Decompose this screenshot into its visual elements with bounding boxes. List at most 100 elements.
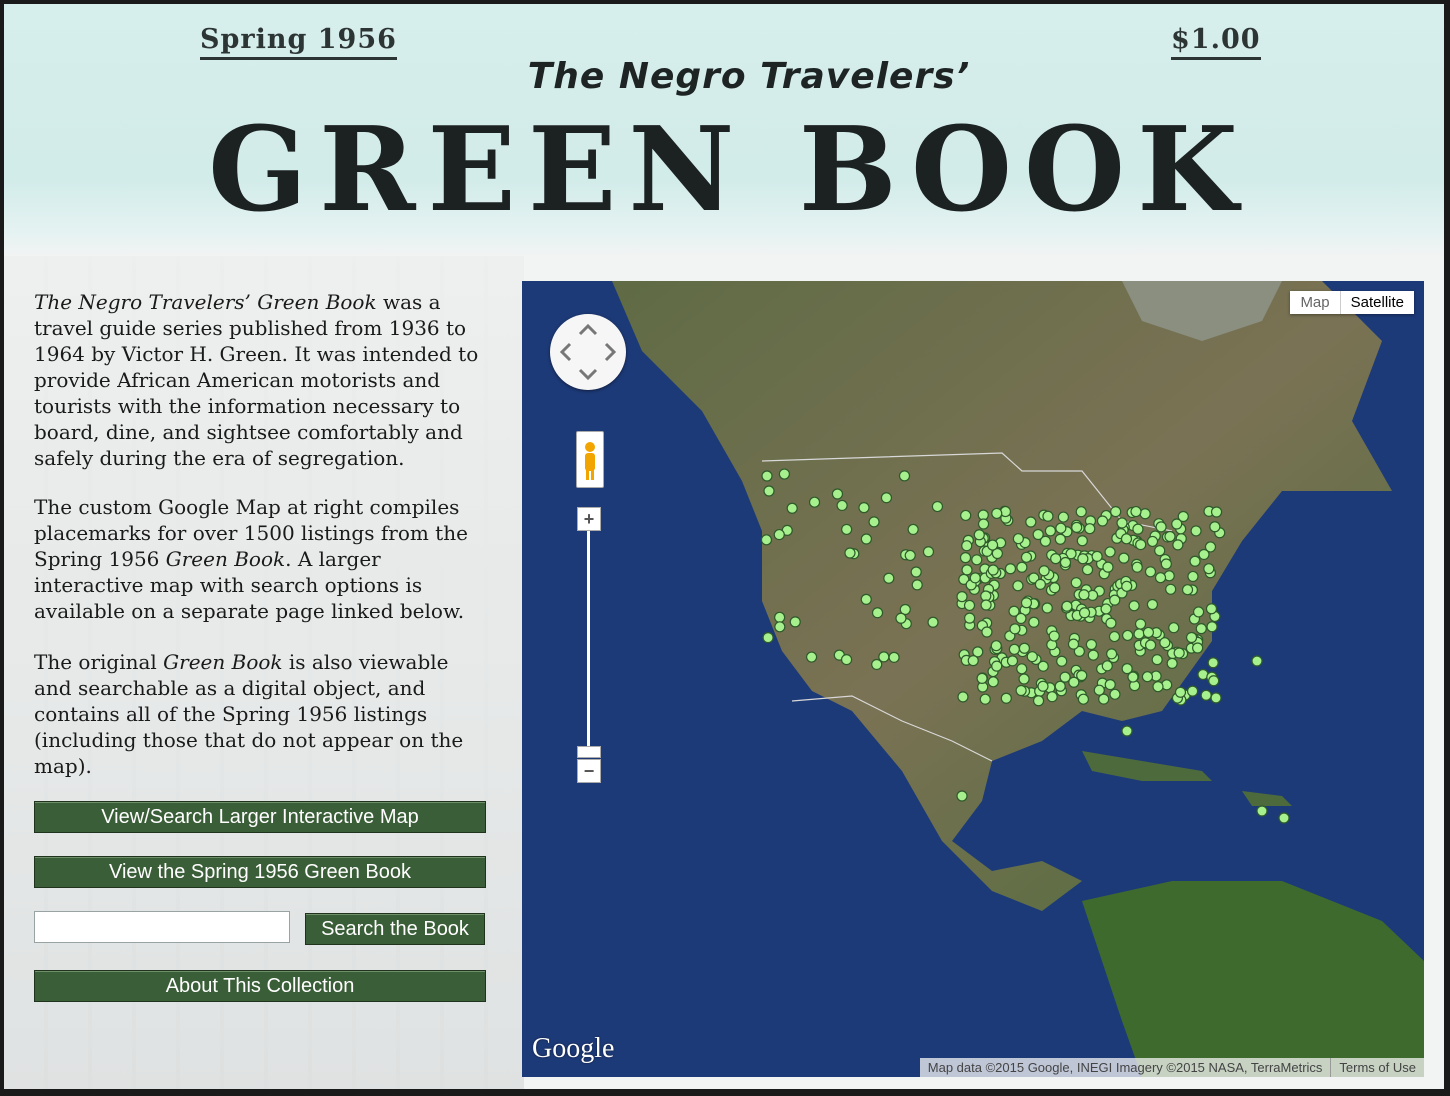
placemark-icon[interactable] bbox=[922, 546, 935, 558]
pan-control[interactable] bbox=[550, 314, 626, 390]
placemark-icon[interactable] bbox=[1055, 522, 1067, 534]
placemark-icon[interactable] bbox=[1278, 812, 1290, 824]
placemark-icon[interactable] bbox=[1144, 566, 1157, 578]
placemark-icon[interactable] bbox=[956, 790, 968, 802]
placemark-icon[interactable] bbox=[1146, 535, 1159, 548]
placemark-icon[interactable] bbox=[1046, 691, 1058, 703]
placemark-icon[interactable] bbox=[860, 593, 872, 605]
google-map[interactable]: Map Satellite + − Google Map data ©2015 … bbox=[522, 281, 1424, 1077]
placemark-icon[interactable] bbox=[1128, 600, 1140, 612]
placemark-icon[interactable] bbox=[1187, 570, 1199, 583]
placemark-icon[interactable] bbox=[1054, 533, 1066, 545]
placemark-icon[interactable] bbox=[967, 655, 979, 667]
placemark-icon[interactable] bbox=[1102, 561, 1114, 573]
placemark-icon[interactable] bbox=[1070, 577, 1082, 589]
placemark-icon[interactable] bbox=[1076, 535, 1088, 547]
placemark-icon[interactable] bbox=[836, 499, 848, 512]
placemark-icon[interactable] bbox=[1181, 584, 1194, 596]
placemark-icon[interactable] bbox=[1068, 676, 1080, 688]
larger-map-button[interactable]: View/Search Larger Interactive Map bbox=[34, 801, 486, 833]
placemark-icon[interactable] bbox=[1130, 505, 1142, 518]
placemark-icon[interactable] bbox=[987, 564, 999, 576]
placemark-icon[interactable] bbox=[1120, 533, 1133, 545]
placemark-icon[interactable] bbox=[1127, 671, 1139, 683]
placemark-icon[interactable] bbox=[1041, 602, 1053, 614]
placemark-icon[interactable] bbox=[1141, 671, 1154, 683]
placemark-icon[interactable] bbox=[1209, 521, 1221, 533]
placemark-icon[interactable] bbox=[1192, 606, 1205, 618]
placemark-icon[interactable] bbox=[1122, 629, 1134, 642]
placemark-icon[interactable] bbox=[961, 564, 973, 576]
map-type-control[interactable]: Map Satellite bbox=[1290, 291, 1414, 314]
placemark-icon[interactable] bbox=[1067, 638, 1080, 650]
placemark-icon[interactable] bbox=[956, 591, 968, 603]
placemark-icon[interactable] bbox=[1048, 630, 1060, 642]
zoom-out-button[interactable]: − bbox=[577, 759, 601, 783]
placemark-icon[interactable] bbox=[1078, 589, 1090, 601]
placemark-icon[interactable] bbox=[762, 632, 774, 644]
view-book-button[interactable]: View the Spring 1956 Green Book bbox=[34, 856, 486, 888]
placemark-icon[interactable] bbox=[1171, 518, 1183, 530]
placemark-icon[interactable] bbox=[1018, 642, 1031, 654]
placemark-icon[interactable] bbox=[1004, 563, 1017, 575]
placemark-icon[interactable] bbox=[1144, 639, 1157, 651]
placemark-icon[interactable] bbox=[871, 607, 884, 619]
zoom-slider-handle[interactable] bbox=[577, 746, 601, 758]
placemark-icon[interactable] bbox=[1009, 623, 1021, 635]
placemark-icon[interactable] bbox=[976, 672, 988, 685]
placemark-icon[interactable] bbox=[805, 651, 818, 663]
placemark-icon[interactable] bbox=[1200, 689, 1212, 701]
placemark-icon[interactable] bbox=[1256, 805, 1268, 817]
placemark-icon[interactable] bbox=[1205, 603, 1218, 615]
placemark-icon[interactable] bbox=[1159, 637, 1171, 649]
placemark-icon[interactable] bbox=[1190, 525, 1202, 537]
placemark-icon[interactable] bbox=[1061, 600, 1073, 612]
placemark-icon[interactable] bbox=[1151, 654, 1163, 666]
placemark-icon[interactable] bbox=[840, 653, 853, 666]
placemark-icon[interactable] bbox=[1016, 561, 1028, 573]
placemark-icon[interactable] bbox=[1016, 663, 1028, 675]
placemark-icon[interactable] bbox=[1251, 655, 1263, 667]
placemark-icon[interactable] bbox=[1168, 622, 1180, 634]
placemark-icon[interactable] bbox=[1206, 621, 1218, 633]
placemark-icon[interactable] bbox=[979, 693, 991, 705]
placemark-icon[interactable] bbox=[1186, 685, 1199, 697]
placemark-icon[interactable] bbox=[1008, 643, 1020, 655]
placemark-icon[interactable] bbox=[763, 485, 775, 497]
placemark-icon[interactable] bbox=[1077, 693, 1089, 705]
placemark-icon[interactable] bbox=[1106, 648, 1118, 660]
placemark-icon[interactable] bbox=[1192, 642, 1204, 654]
placemark-icon[interactable] bbox=[1054, 680, 1066, 692]
placemark-icon[interactable] bbox=[1155, 521, 1167, 533]
placemark-icon[interactable] bbox=[808, 496, 821, 508]
placemark-icon[interactable] bbox=[1146, 598, 1159, 611]
placemark-icon[interactable] bbox=[1185, 631, 1198, 644]
placemark-icon[interactable] bbox=[760, 534, 773, 546]
placemark-icon[interactable] bbox=[1131, 561, 1143, 573]
zoom-in-button[interactable]: + bbox=[577, 507, 601, 531]
placemark-icon[interactable] bbox=[1044, 525, 1056, 537]
placemark-icon[interactable] bbox=[1101, 660, 1113, 672]
placemark-icon[interactable] bbox=[1104, 546, 1116, 558]
placemark-icon[interactable] bbox=[1210, 506, 1223, 518]
placemark-icon[interactable] bbox=[1132, 523, 1144, 535]
placemark-icon[interactable] bbox=[1057, 511, 1070, 523]
search-input[interactable] bbox=[34, 911, 290, 943]
placemark-icon[interactable] bbox=[1091, 550, 1103, 562]
placemark-icon[interactable] bbox=[1142, 626, 1155, 639]
placemark-icon[interactable] bbox=[1207, 657, 1219, 669]
placemark-icon[interactable] bbox=[1121, 580, 1133, 592]
placemark-icon[interactable] bbox=[1116, 517, 1128, 529]
placemark-icon[interactable] bbox=[1084, 523, 1096, 535]
placemark-icon[interactable] bbox=[960, 509, 972, 522]
placemark-icon[interactable] bbox=[1071, 521, 1083, 533]
placemark-icon[interactable] bbox=[1210, 692, 1222, 704]
placemark-icon[interactable] bbox=[1121, 725, 1133, 737]
placemark-icon[interactable] bbox=[1085, 638, 1097, 651]
placemark-icon[interactable] bbox=[977, 518, 990, 530]
placemark-icon[interactable] bbox=[1018, 673, 1030, 685]
placemark-icon[interactable] bbox=[1133, 628, 1145, 640]
placemark-icon[interactable] bbox=[1015, 612, 1027, 625]
placemark-icon[interactable] bbox=[1135, 539, 1147, 551]
placemark-icon[interactable] bbox=[1093, 684, 1105, 696]
